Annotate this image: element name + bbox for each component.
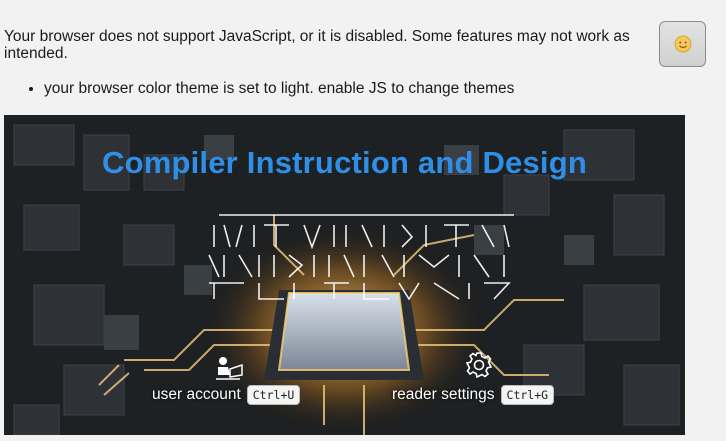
noscript-message: Your browser does not support JavaScript… (4, 28, 630, 62)
reader-settings-label: reader settings (392, 386, 495, 403)
theme-notice-item: your browser color theme is set to light… (44, 80, 514, 98)
user-reading-icon (216, 357, 243, 380)
sun-face-icon (674, 35, 691, 53)
user-account-label: user account (152, 386, 241, 403)
reader-settings-shortcut: Ctrl+G (500, 385, 555, 405)
ascii-art-logo (208, 214, 514, 301)
theme-notice-list: your browser color theme is set to light… (24, 80, 514, 98)
header-banner: Compiler Instruction and Design user acc… (4, 115, 685, 435)
gear-icon (465, 352, 493, 379)
theme-toggle-button[interactable] (659, 21, 706, 67)
user-account-shortcut: Ctrl+U (246, 385, 301, 405)
reader-settings-link[interactable]: reader settings Ctrl+G (392, 385, 555, 405)
user-account-link[interactable]: user account Ctrl+U (152, 385, 301, 405)
page-title: Compiler Instruction and Design (101, 145, 588, 180)
